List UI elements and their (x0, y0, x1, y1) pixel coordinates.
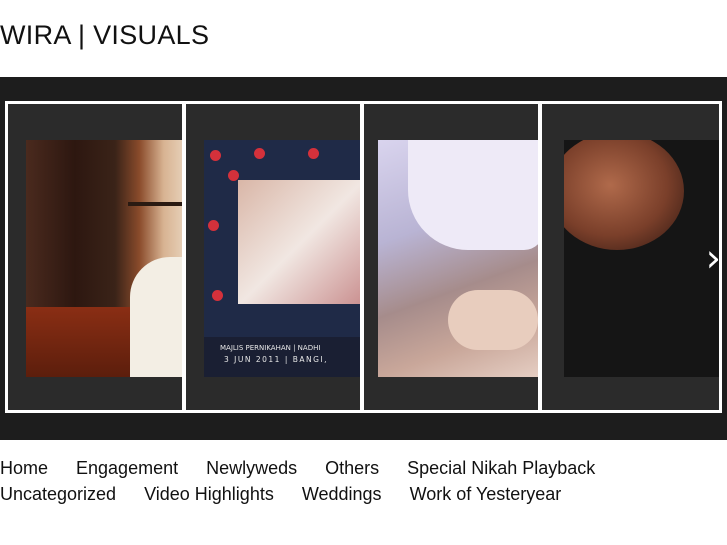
nav-home[interactable]: Home (0, 458, 48, 479)
nav-engagement[interactable]: Engagement (76, 458, 178, 479)
chevron-right-icon[interactable]: › (706, 239, 721, 277)
slide-4-photo (564, 140, 719, 377)
slide-1[interactable] (5, 101, 185, 413)
nav-weddings[interactable]: Weddings (302, 484, 382, 505)
slide-4[interactable] (539, 101, 722, 413)
nav-others[interactable]: Others (325, 458, 379, 479)
slide-2[interactable]: MAJLIS PERNIKAHAN | NADHI 3 JUN 2011 | B… (183, 101, 363, 413)
image-slider: MAJLIS PERNIKAHAN | NADHI 3 JUN 2011 | B… (0, 77, 727, 440)
nav-row-2: Uncategorized Video Highlights Weddings … (0, 481, 727, 507)
slide-2-caption-line2: 3 JUN 2011 | BANGI, (224, 355, 329, 364)
main-navigation: Home Engagement Newlyweds Others Special… (0, 455, 727, 507)
nav-video-highlights[interactable]: Video Highlights (144, 484, 274, 505)
slide-2-photo: MAJLIS PERNIKAHAN | NADHI 3 JUN 2011 | B… (204, 140, 360, 377)
slide-1-photo (26, 140, 182, 377)
nav-newlyweds[interactable]: Newlyweds (206, 458, 297, 479)
nav-work-of-yesteryear[interactable]: Work of Yesteryear (410, 484, 562, 505)
nav-row-1: Home Engagement Newlyweds Others Special… (0, 455, 727, 481)
slide-3[interactable] (361, 101, 541, 413)
slide-2-caption-line1: MAJLIS PERNIKAHAN | NADHI (220, 344, 321, 352)
slide-3-photo (378, 140, 538, 377)
site-title[interactable]: WIRA | VISUALS (0, 20, 209, 51)
nav-uncategorized[interactable]: Uncategorized (0, 484, 116, 505)
nav-special-nikah-playback[interactable]: Special Nikah Playback (407, 458, 595, 479)
